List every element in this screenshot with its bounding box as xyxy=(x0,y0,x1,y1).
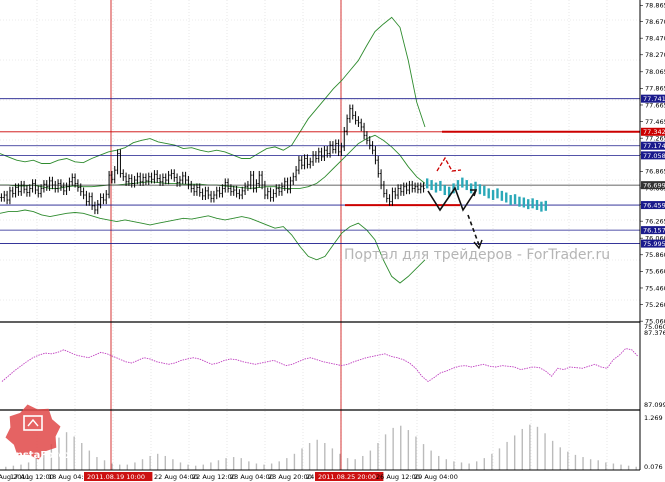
y-tick-label: 75.660 xyxy=(645,268,665,276)
y-tick-label: 75.460 xyxy=(645,284,665,292)
y-tick-label: 78.065 xyxy=(645,68,665,76)
rsi-tick-label: 87.099 xyxy=(644,401,665,409)
rsi-tick-label: 87.376 xyxy=(644,329,665,337)
time-axis: 17 Aug 201117 Aug 12:0018 Aug 04:002011.… xyxy=(0,472,458,481)
y-tick-label: 76.265 xyxy=(645,217,665,225)
level-badge-label: 77.741 xyxy=(643,95,665,103)
level-badge-label: 76.699 xyxy=(643,182,665,190)
volume-tick-label: 0.076 xyxy=(644,463,663,471)
y-tick-label: 78.865 xyxy=(645,2,665,10)
logo-text: InstaForex xyxy=(12,450,72,461)
y-tick-label: 76.865 xyxy=(645,168,665,176)
y-tick-label: 78.270 xyxy=(645,51,665,59)
forex-chart: 78.86578.67078.47078.27078.06577.86577.6… xyxy=(0,0,665,482)
x-highlight-label: 2011.08.19 10:00 xyxy=(87,473,145,481)
y-tick-label: 78.470 xyxy=(645,34,665,42)
x-highlight-label: 2011.08.25 20:00 xyxy=(318,473,376,481)
volume-tick-label: 1.269 xyxy=(644,414,663,422)
level-badge-label: 75.995 xyxy=(643,240,665,248)
y-tick-label: 75.260 xyxy=(645,301,665,309)
y-tick-label: 78.670 xyxy=(645,18,665,26)
y-tick-label: 77.465 xyxy=(645,118,665,126)
x-tick-label: 29 Aug 04:00 xyxy=(414,473,458,481)
level-badge-label: 77.174 xyxy=(643,142,665,150)
level-badge-label: 76.459 xyxy=(643,201,665,209)
watermark: Портал для трейдеров - ForTrader.ru xyxy=(344,247,610,263)
level-badge-label: 77.342 xyxy=(643,128,665,136)
level-badge-label: 76.157 xyxy=(643,227,665,235)
level-badge-label: 77.058 xyxy=(643,152,665,160)
y-tick-label: 75.860 xyxy=(645,251,665,259)
y-tick-label: 77.865 xyxy=(645,85,665,93)
